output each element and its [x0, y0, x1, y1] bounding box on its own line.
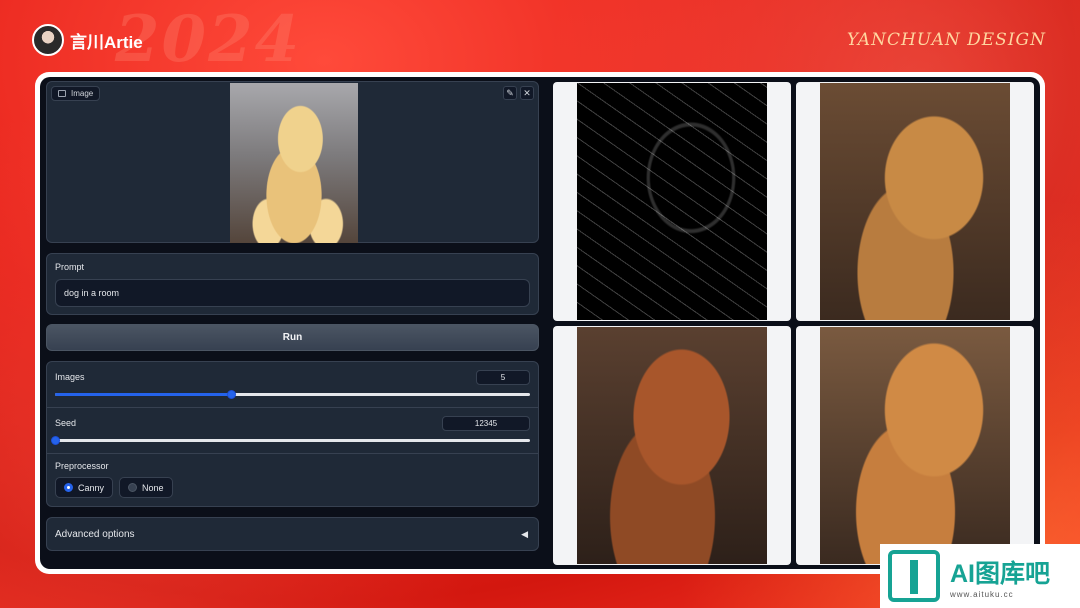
image-input-panel[interactable]: Image ✎ ✕ [46, 81, 539, 243]
image-icon [58, 90, 66, 97]
images-number-input[interactable]: 5 [476, 369, 530, 385]
watermark-url: www.aituku.cc [950, 589, 1014, 599]
seed-slider-track [55, 439, 530, 442]
images-label: Images [55, 372, 85, 382]
gallery-item-3[interactable] [796, 326, 1034, 565]
brand-header: 言川Artie [32, 24, 143, 56]
images-control: Images 5 [47, 362, 538, 408]
radio-none-label: None [142, 482, 164, 493]
caret-left-icon: ◀ [521, 528, 528, 539]
studio-name: YANCHUAN DESIGN [846, 30, 1046, 50]
preprocessor-control: Preprocessor Canny None [47, 454, 538, 506]
gallery-item-1[interactable] [796, 82, 1034, 321]
radio-none[interactable]: None [119, 477, 173, 498]
brand-name: 言川Artie [70, 32, 143, 52]
image-label: Image [51, 86, 101, 101]
image-label-text: Image [71, 89, 94, 98]
close-icon[interactable]: ✕ [520, 86, 534, 100]
pencil-icon[interactable]: ✎ [503, 86, 517, 100]
gallery-item-2[interactable] [553, 326, 791, 565]
generated-dog-image [820, 83, 1010, 320]
controls-panel: Images 5 Seed 12345 Preprocessor Canny N… [46, 361, 539, 507]
seed-number-input[interactable]: 12345 [442, 415, 530, 431]
avatar [32, 24, 64, 56]
seed-slider[interactable] [51, 435, 530, 445]
images-slider[interactable] [55, 389, 530, 399]
radio-canny-label: Canny [78, 482, 105, 493]
seed-label: Seed [55, 418, 77, 428]
seed-slider-thumb[interactable] [51, 436, 60, 445]
generated-dog-image [820, 327, 1010, 564]
prompt-panel: Prompt dog in a room [46, 253, 539, 315]
output-gallery [545, 77, 1040, 569]
preprocessor-options: Canny None [55, 477, 530, 498]
images-slider-thumb[interactable] [226, 390, 236, 399]
run-button[interactable]: Run [46, 324, 539, 351]
watermark-logo-icon [888, 550, 940, 602]
app-window: Image ✎ ✕ Prompt dog in a room Run Image… [40, 77, 1040, 569]
prompt-label: Prompt [55, 262, 85, 272]
advanced-options-accordion[interactable]: Advanced options ◀ [46, 517, 539, 551]
radio-canny[interactable]: Canny [55, 477, 114, 498]
radio-selected-icon [64, 483, 73, 492]
images-slider-fill [55, 393, 231, 396]
prompt-input[interactable]: dog in a room [55, 279, 530, 307]
watermark: AI图库吧 www.aituku.cc [880, 544, 1080, 608]
image-toolbar: ✎ ✕ [503, 86, 534, 100]
advanced-options-label: Advanced options [55, 528, 135, 540]
preprocessor-label: Preprocessor [55, 461, 109, 471]
input-dog-image [230, 83, 358, 243]
generated-dog-image [577, 327, 767, 564]
radio-unselected-icon [128, 483, 138, 492]
gallery-item-edge-map[interactable] [553, 82, 791, 321]
screenshot-frame: Image ✎ ✕ Prompt dog in a room Run Image… [35, 72, 1045, 574]
left-column: Image ✎ ✕ Prompt dog in a room Run Image… [40, 77, 545, 569]
watermark-title: AI图库吧 [950, 559, 1051, 588]
canny-edge-image [577, 83, 767, 320]
seed-control: Seed 12345 [47, 408, 538, 454]
